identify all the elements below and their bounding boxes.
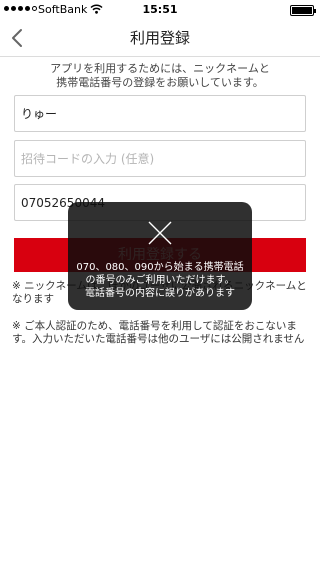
toast-line-1: 070、080、090から始まる携帯電話 <box>76 262 244 273</box>
phone-auth-note: ※ ご本人認証のため、電話番号を利用して認証をおこないます。入力いただいた電話番… <box>12 320 305 345</box>
intro-line-2: 携帯電話番号の登録をお願いしています。 <box>56 76 264 89</box>
toast-message: 070、080、090から始まる携帯電話 の番号のみご利用いただけます。 電話番… <box>68 261 252 300</box>
nickname-field[interactable]: りゅー <box>14 95 306 132</box>
intro-text: アプリを利用するためには、ニックネームと 携帯電話番号の登録をお願いしています。 <box>20 62 300 90</box>
nav-divider <box>0 56 320 57</box>
toast-line-2: の番号のみご利用いただけます。 <box>85 275 235 286</box>
close-icon[interactable] <box>147 220 173 246</box>
nav-bar: 利用登録 <box>0 20 320 56</box>
toast-line-3: 電話番号の内容に誤りがあります <box>85 288 235 299</box>
invite-code-field[interactable]: 招待コードの入力 (任意) <box>14 140 306 177</box>
status-bar: SoftBank 15:51 <box>0 0 320 20</box>
error-toast: 070、080、090から始まる携帯電話 の番号のみご利用いただけます。 電話番… <box>68 202 252 310</box>
intro-line-1: アプリを利用するためには、ニックネームと <box>50 62 270 75</box>
page-title: 利用登録 <box>129 29 190 47</box>
battery-icon <box>290 5 316 16</box>
clock: 15:51 <box>142 3 178 16</box>
